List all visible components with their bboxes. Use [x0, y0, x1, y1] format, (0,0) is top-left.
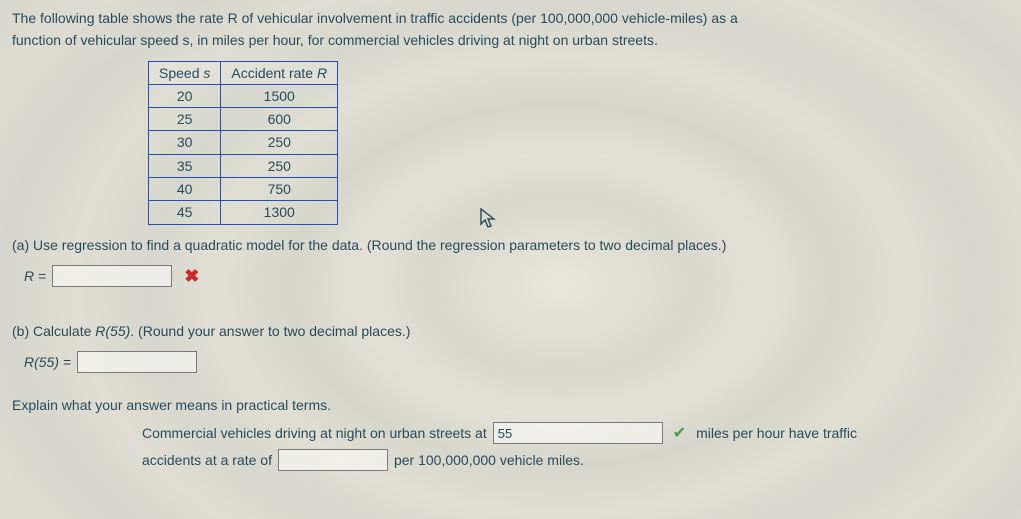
- col-header-rate: Accident rate R: [221, 61, 338, 84]
- explain-seg2: miles per hour have traffic: [696, 423, 857, 443]
- part-b-prompt-post: . (Round your answer to two decimal plac…: [130, 323, 410, 339]
- table-row: 25600: [149, 108, 338, 131]
- table-row: 35250: [149, 154, 338, 177]
- explain-line-1: Commercial vehicles driving at night on …: [142, 422, 1009, 445]
- lhs-eq: =: [34, 268, 46, 284]
- cell-s: 35: [149, 154, 221, 177]
- explain-speed-input[interactable]: [493, 422, 663, 444]
- table-header-row: Speed s Accident rate R: [149, 61, 338, 84]
- part-a-answer-row: R = ✖: [24, 265, 1009, 287]
- speed-header-var: s: [203, 65, 210, 81]
- incorrect-icon: ✖: [184, 267, 199, 285]
- part-a-prompt: (a) Use regression to find a quadratic m…: [12, 235, 1009, 255]
- part-b-prompt: (b) Calculate R(55). (Round your answer …: [12, 321, 1009, 341]
- part-b: (b) Calculate R(55). (Round your answer …: [12, 321, 1009, 373]
- part-b-prompt-pre: (b) Calculate: [12, 323, 95, 339]
- cell-s: 20: [149, 84, 221, 107]
- problem-intro: The following table shows the rate R of …: [12, 8, 1009, 51]
- speed-header-text: Speed: [159, 65, 203, 81]
- part-b-answer-row: R(55) =: [24, 351, 1009, 373]
- cell-s: 45: [149, 201, 221, 224]
- explain-section: Explain what your answer means in practi…: [12, 395, 1009, 470]
- cell-r: 250: [221, 154, 338, 177]
- col-header-speed: Speed s: [149, 61, 221, 84]
- cell-r: 600: [221, 108, 338, 131]
- part-a-input[interactable]: [52, 265, 172, 287]
- intro-line-1: The following table shows the rate R of …: [12, 8, 1009, 28]
- table-row: 40750: [149, 178, 338, 201]
- correct-icon: ✔: [673, 422, 686, 445]
- cell-r: 1500: [221, 84, 338, 107]
- explain-seg4: per 100,000,000 vehicle miles.: [394, 450, 584, 470]
- table-row: 451300: [149, 201, 338, 224]
- table-row: 30250: [149, 131, 338, 154]
- explain-rate-input[interactable]: [278, 449, 388, 471]
- cell-r: 250: [221, 131, 338, 154]
- part-b-input[interactable]: [77, 351, 197, 373]
- table-row: 201500: [149, 84, 338, 107]
- data-table: Speed s Accident rate R 201500 25600 302…: [148, 61, 338, 225]
- cell-s: 40: [149, 178, 221, 201]
- intro-line-2: function of vehicular speed s, in miles …: [12, 30, 1009, 50]
- explain-question: Explain what your answer means in practi…: [12, 395, 1009, 415]
- rate-header-text: Accident rate: [231, 65, 317, 81]
- rate-header-var: R: [317, 65, 327, 81]
- explain-seg3: accidents at a rate of: [142, 450, 272, 470]
- part-b-prompt-fn: R(55): [95, 323, 130, 339]
- part-a-lhs: R =: [24, 266, 46, 286]
- cell-s: 25: [149, 108, 221, 131]
- cursor-icon: [480, 208, 498, 230]
- explain-line-2: accidents at a rate of per 100,000,000 v…: [142, 449, 1009, 471]
- cell-r: 1300: [221, 201, 338, 224]
- explain-seg1: Commercial vehicles driving at night on …: [142, 423, 487, 443]
- lhs-var: R: [24, 268, 34, 284]
- part-b-lhs: R(55) =: [24, 352, 71, 372]
- cell-s: 30: [149, 131, 221, 154]
- part-a: (a) Use regression to find a quadratic m…: [12, 235, 1009, 287]
- cell-r: 750: [221, 178, 338, 201]
